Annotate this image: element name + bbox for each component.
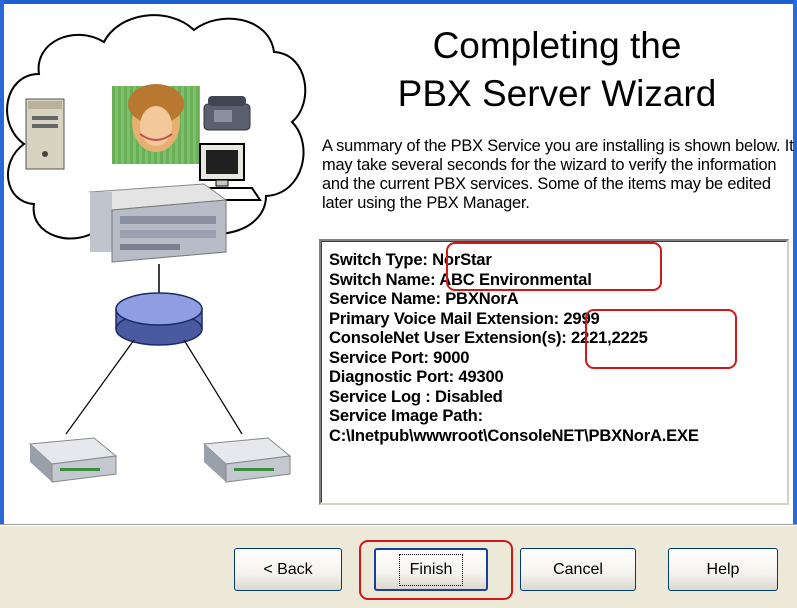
desk-phone-icon xyxy=(203,96,251,131)
operator-photo-icon xyxy=(112,84,200,164)
summary-content: Switch Type: NorStar Switch Name: ABC En… xyxy=(321,241,787,503)
summary-image-path: C:\Inetpub\wwwroot\ConsoleNET\PBXNorA.EX… xyxy=(329,425,699,445)
server-tower-icon xyxy=(25,98,65,170)
finish-button-label: Finish xyxy=(398,553,464,586)
wizard-description: A summary of the PBX Service you are ins… xyxy=(322,137,794,212)
finish-button[interactable]: Finish xyxy=(374,548,488,591)
summary-service-name: Service Name: PBXNorA xyxy=(329,289,519,308)
help-button[interactable]: Help xyxy=(668,548,778,591)
title-line-1: Completing the xyxy=(432,25,682,66)
footer-separator xyxy=(0,524,797,526)
summary-consolenet-extensions: ConsoleNet User Extension(s): 2221,2225 xyxy=(329,328,648,347)
summary-service-port: Service Port: 9000 xyxy=(329,347,470,367)
modem-icon xyxy=(202,437,292,483)
window-frame-right xyxy=(793,0,797,608)
wizard-footer: < Back Finish Cancel Help xyxy=(0,524,797,608)
wizard-title: Completing the PBX Server Wizard xyxy=(322,22,792,118)
pbx-server-icon xyxy=(88,183,228,263)
modem-icon xyxy=(28,437,118,483)
network-illustration xyxy=(6,14,307,483)
title-line-2: PBX Server Wizard xyxy=(397,73,717,114)
back-button-label: < Back xyxy=(263,560,313,578)
network-link xyxy=(65,339,135,435)
summary-service-log: Service Log : Disabled xyxy=(329,386,503,406)
summary-box[interactable]: Switch Type: NorStar Switch Name: ABC En… xyxy=(319,239,789,505)
summary-voice-mail-extension: Primary Voice Mail Extension: 2999 xyxy=(329,308,600,328)
back-button[interactable]: < Back xyxy=(234,548,342,591)
summary-switch-type: Switch Type: NorStar xyxy=(329,250,492,269)
router-icon xyxy=(115,292,203,346)
summary-switch-name: Switch Name: ABC Environmental xyxy=(329,269,592,289)
network-link xyxy=(183,339,243,435)
cancel-button-label: Cancel xyxy=(553,560,603,578)
summary-diagnostic-port: Diagnostic Port: 49300 xyxy=(329,367,504,386)
help-button-label: Help xyxy=(706,560,740,578)
summary-image-path-label: Service Image Path: xyxy=(329,406,483,425)
cancel-button[interactable]: Cancel xyxy=(520,548,636,591)
